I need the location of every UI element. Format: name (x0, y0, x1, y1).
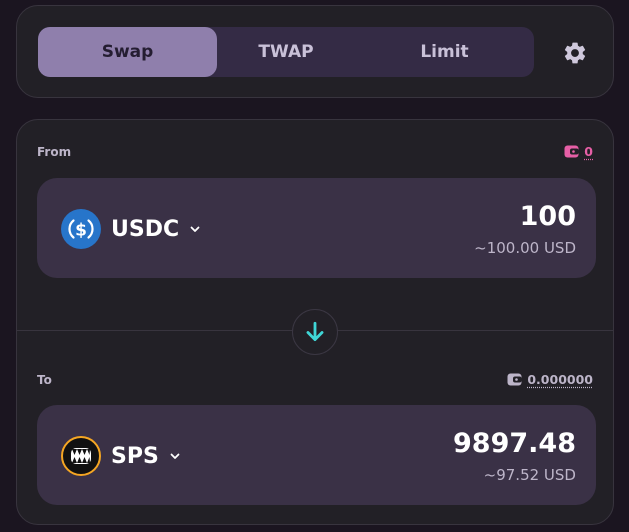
from-balance[interactable]: 0 (564, 144, 593, 159)
from-amount-input[interactable]: 100 (520, 201, 576, 232)
from-token-select[interactable]: $ USDC (61, 209, 201, 249)
arrow-down-icon (306, 321, 324, 341)
to-balance-value: 0.000000 (527, 372, 593, 387)
from-usd-value: ~100.00 USD (474, 239, 576, 257)
swap-card: From 0 $ USDC 100 ~100.00 USD To 0.00000… (16, 119, 614, 525)
usdc-icon: $ (61, 209, 101, 249)
wallet-icon (507, 373, 522, 386)
order-type-card: Swap TWAP Limit (16, 5, 614, 98)
chevron-down-icon (170, 453, 180, 459)
to-amount-output: 9897.48 (453, 428, 576, 459)
chevron-down-icon (190, 226, 200, 232)
to-token-select[interactable]: SPS (61, 436, 181, 476)
to-label: To (37, 373, 52, 387)
to-balance[interactable]: 0.000000 (507, 372, 593, 387)
sps-icon (61, 436, 101, 476)
to-token-box: SPS 9897.48 ~97.52 USD (37, 405, 596, 505)
tab-swap[interactable]: Swap (38, 27, 217, 77)
to-token-name: SPS (111, 443, 159, 469)
switch-direction-button[interactable] (292, 309, 338, 355)
tab-limit[interactable]: Limit (355, 27, 534, 77)
from-label: From (37, 145, 72, 159)
from-balance-value: 0 (584, 144, 593, 159)
from-token-name: USDC (111, 216, 180, 242)
svg-text:$: $ (75, 221, 87, 241)
order-type-tabs: Swap TWAP Limit (38, 27, 534, 77)
gear-icon[interactable] (562, 40, 588, 66)
from-token-box: $ USDC 100 ~100.00 USD (37, 178, 596, 278)
to-usd-value: ~97.52 USD (483, 466, 576, 484)
wallet-icon (564, 145, 579, 158)
tab-twap[interactable]: TWAP (217, 27, 355, 77)
